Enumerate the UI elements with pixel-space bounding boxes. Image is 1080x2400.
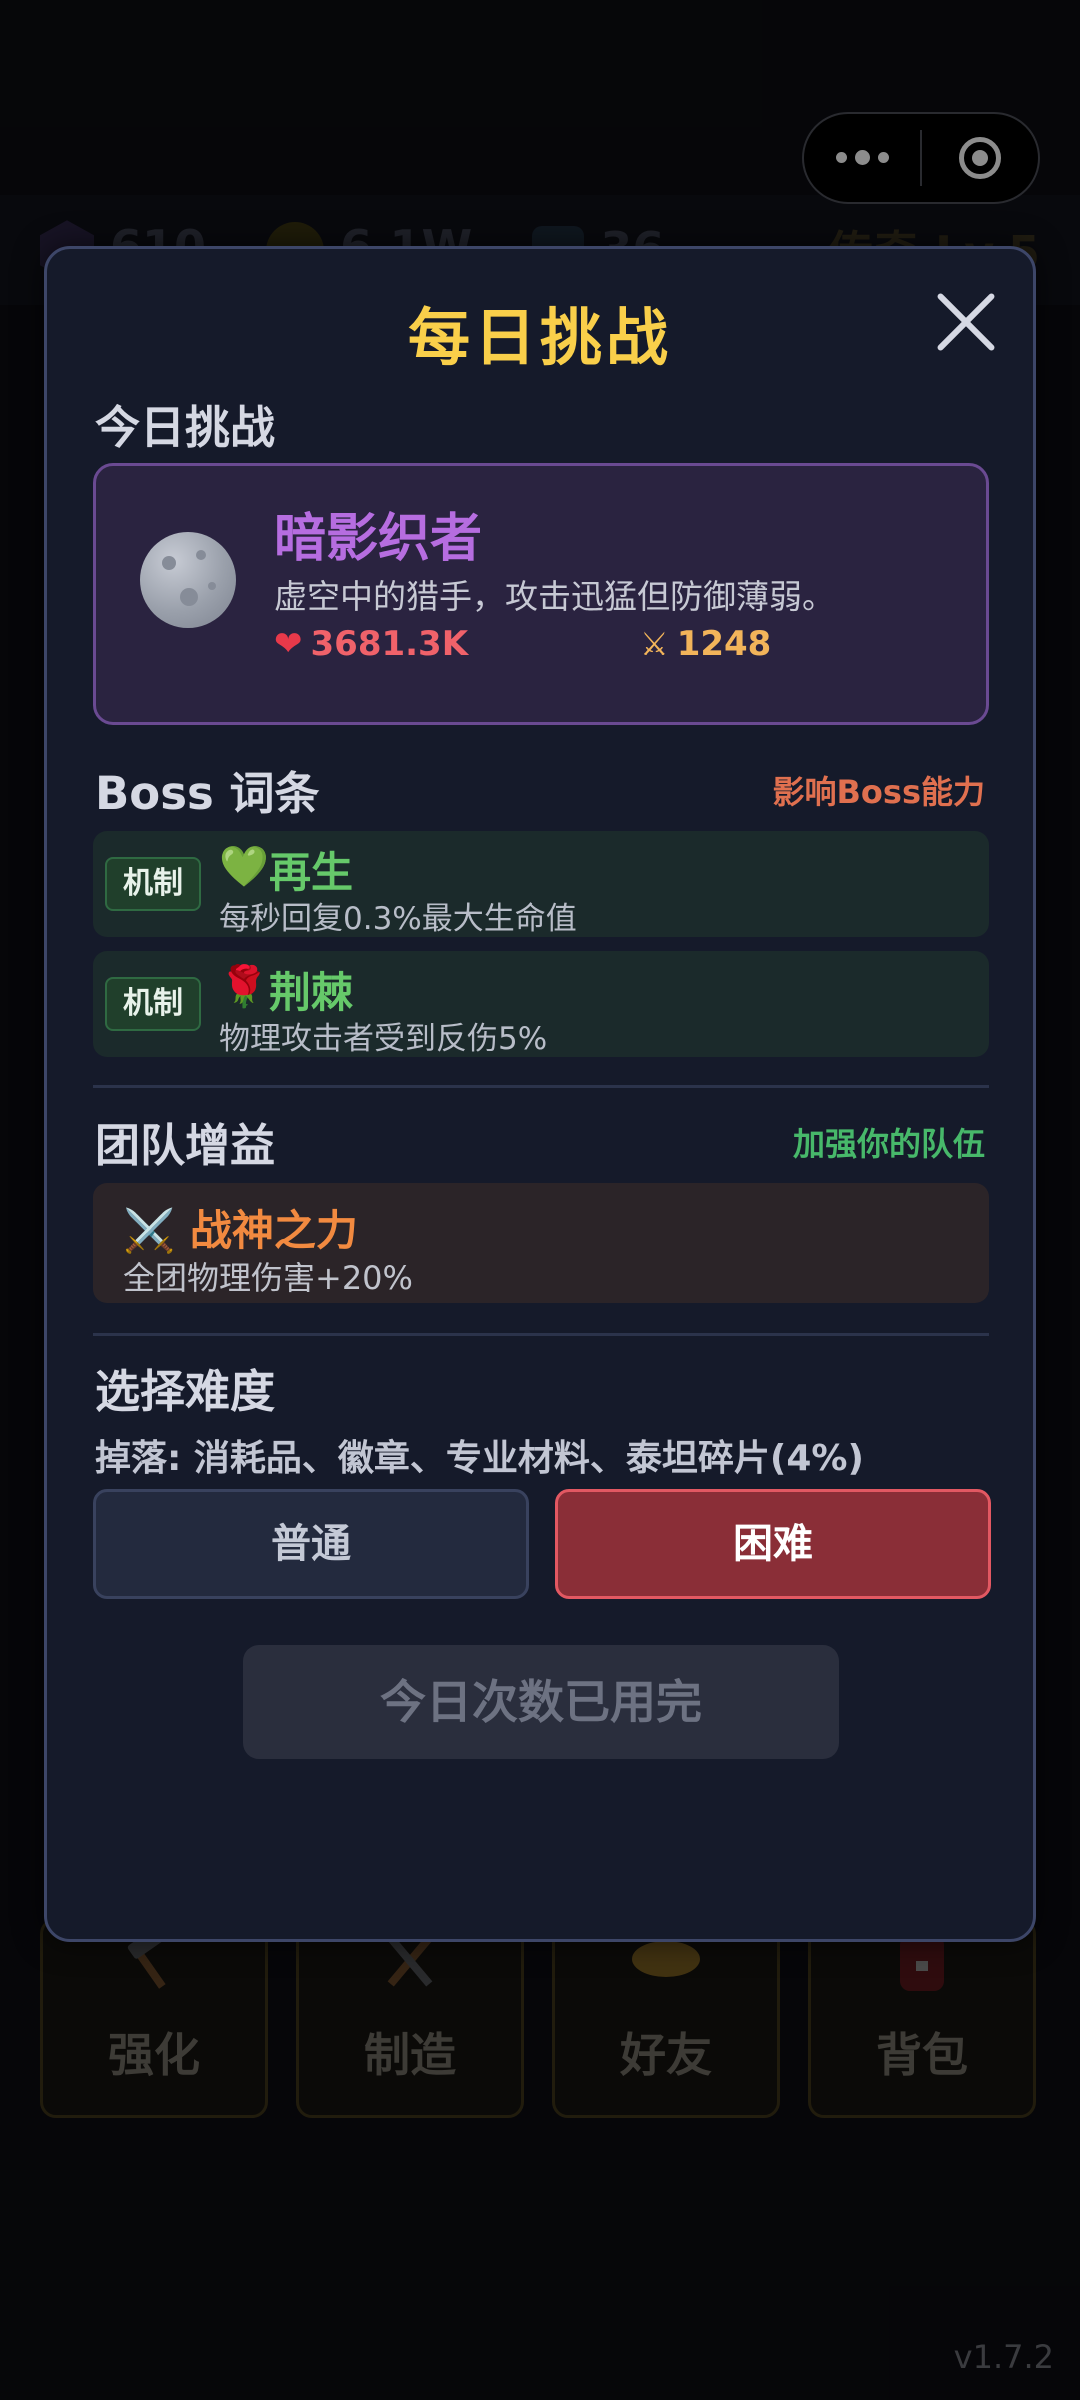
boss-attack-value: 1248 bbox=[676, 624, 772, 664]
difficulty-hard-button[interactable]: 困难 bbox=[555, 1489, 991, 1599]
rose-icon: 🌹 bbox=[219, 964, 269, 1010]
affix-name: 荆棘 bbox=[269, 968, 354, 1017]
boss-attack: ⚔ 1248 bbox=[640, 624, 771, 664]
boss-hp-value: 3681.3K bbox=[310, 624, 469, 664]
affix-tag: 机制 bbox=[105, 857, 201, 911]
boss-description: 虚空中的猎手，攻击迅猛但防御薄弱。 bbox=[274, 577, 835, 616]
drops-text: 掉落: 消耗品、徽章、专业材料、泰坦碎片(4%) bbox=[95, 1438, 864, 1479]
heart-icon: ❤ bbox=[274, 624, 303, 664]
affix-regen: 机制 💚 再生 每秒回复0.3%最大生命值 bbox=[93, 831, 989, 937]
section-divider bbox=[93, 1085, 989, 1088]
team-buff-label: 团队增益 bbox=[95, 1119, 276, 1172]
affix-thorns: 机制 🌹 荆棘 物理攻击者受到反伤5% bbox=[93, 951, 989, 1057]
difficulty-normal-button[interactable]: 普通 bbox=[93, 1489, 529, 1599]
affix-name: 再生 bbox=[269, 848, 354, 897]
section-divider bbox=[93, 1333, 989, 1336]
team-buff-card: ⚔️ 战神之力 全团物理伤害+20% bbox=[93, 1183, 989, 1303]
close-icon[interactable] bbox=[933, 289, 999, 355]
green-heart-icon: 💚 bbox=[219, 844, 269, 890]
moon-icon bbox=[140, 532, 236, 628]
crossed-swords-icon: ⚔️ bbox=[123, 1206, 176, 1255]
boss-hp: ❤ 3681.3K bbox=[274, 624, 468, 664]
boss-affix-hint: 影响Boss能力 bbox=[772, 773, 985, 811]
boss-affix-label: Boss 词条 bbox=[95, 767, 320, 820]
daily-challenge-dialog: 每日挑战 今日挑战 暗影织者 虚空中的猎手，攻击迅猛但防御薄弱。 ❤ 3681.3… bbox=[44, 246, 1036, 1942]
start-challenge-button[interactable]: 今日次数已用完 bbox=[243, 1645, 839, 1759]
crossed-swords-icon: ⚔ bbox=[640, 625, 669, 663]
dialog-title: 每日挑战 bbox=[407, 301, 672, 374]
affix-tag: 机制 bbox=[105, 977, 201, 1031]
buff-description: 全团物理伤害+20% bbox=[123, 1259, 413, 1297]
team-buff-hint: 加强你的队伍 bbox=[792, 1125, 985, 1163]
affix-description: 物理攻击者受到反伤5% bbox=[219, 1021, 548, 1057]
difficulty-label: 选择难度 bbox=[95, 1365, 276, 1418]
today-challenge-label: 今日挑战 bbox=[95, 401, 276, 454]
boss-name: 暗影织者 bbox=[274, 509, 483, 569]
buff-name: ⚔️ 战神之力 bbox=[123, 1206, 358, 1255]
boss-card: 暗影织者 虚空中的猎手，攻击迅猛但防御薄弱。 ❤ 3681.3K ⚔ 1248 bbox=[93, 463, 989, 725]
affix-description: 每秒回复0.3%最大生命值 bbox=[219, 901, 577, 937]
